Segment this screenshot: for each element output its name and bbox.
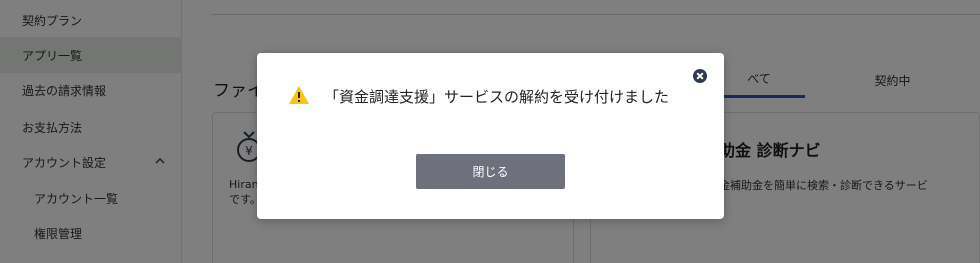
confirmation-dialog: 「資金調達支援」サービスの解約を受け付けました 閉じる: [257, 53, 724, 219]
close-button[interactable]: 閉じる: [416, 154, 565, 189]
warning-icon: [289, 86, 309, 104]
close-icon[interactable]: [693, 69, 707, 83]
dialog-message: 「資金調達支援」サービスの解約を受け付けました: [324, 88, 670, 106]
